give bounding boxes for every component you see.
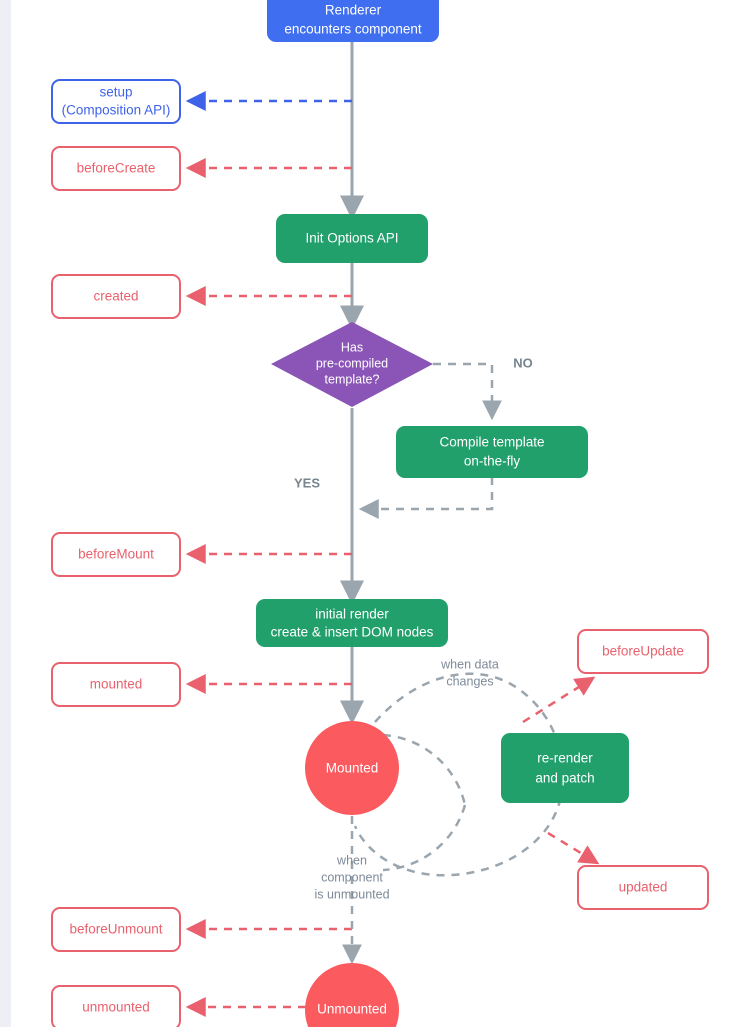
node-before-mount[interactable]: beforeMount: [51, 532, 181, 577]
edge-label-no: NO: [513, 355, 533, 370]
node-before-create-label: beforeCreate: [77, 161, 156, 176]
node-setup-composition-api[interactable]: setup (Composition API): [51, 79, 181, 124]
node-compile-template-on-the-fly[interactable]: Compile template on-the-fly: [396, 426, 588, 478]
edge-updated: [547, 831, 600, 865]
lifecycle-diagram-canvas: Renderer encounters component setup (Com…: [51, 0, 709, 1027]
node-unmounted-state[interactable]: Unmounted: [305, 963, 399, 1027]
edge-label-when-data-changes-line1: when data: [440, 657, 499, 671]
node-initial-render-line2: create & insert DOM nodes: [271, 625, 434, 640]
node-mounted-state-label: Mounted: [326, 761, 379, 776]
node-unmounted-state-label: Unmounted: [317, 1002, 387, 1017]
node-re-render-line1: re-render: [537, 751, 593, 766]
node-created[interactable]: created: [51, 274, 181, 319]
node-has-precompiled-template[interactable]: Has pre-compiled template?: [271, 322, 433, 407]
node-has-precompiled-line3: template?: [325, 372, 380, 386]
node-mounted-hook[interactable]: mounted: [51, 662, 181, 707]
node-before-create[interactable]: beforeCreate: [51, 146, 181, 191]
node-renderer-line2: encounters component: [284, 22, 422, 37]
edge-label-when-unmounted-line1: when: [336, 853, 367, 867]
node-init-options-api-label: Init Options API: [305, 231, 398, 246]
edge-label-when-unmounted-line3: is unmounted: [314, 887, 389, 901]
node-renderer-encounters-component[interactable]: Renderer encounters component: [267, 0, 439, 42]
node-unmounted-hook[interactable]: unmounted: [51, 985, 181, 1027]
node-before-mount-label: beforeMount: [78, 547, 154, 562]
node-before-update[interactable]: beforeUpdate: [577, 629, 709, 674]
node-renderer-line1: Renderer: [325, 3, 382, 18]
node-re-render-and-patch[interactable]: re-render and patch: [501, 733, 629, 803]
node-setup-line1: setup: [99, 85, 132, 100]
node-created-label: created: [93, 289, 138, 304]
node-init-options-api[interactable]: Init Options API: [276, 214, 428, 263]
node-updated-label: updated: [619, 880, 668, 895]
node-re-render-line2: and patch: [535, 771, 594, 786]
edge-label-when-data-changes-line2: changes: [446, 674, 493, 688]
node-before-unmount-label: beforeUnmount: [69, 922, 162, 937]
node-before-update-label: beforeUpdate: [602, 644, 684, 659]
node-setup-line2: (Composition API): [62, 103, 171, 118]
node-has-precompiled-line2: pre-compiled: [316, 356, 388, 370]
node-initial-render[interactable]: initial render create & insert DOM nodes: [256, 599, 448, 647]
edge-label-when-unmounted-line2: component: [321, 870, 383, 884]
lifecycle-diagram-page: Renderer encounters component setup (Com…: [0, 0, 729, 1027]
edge-label-yes: YES: [294, 475, 320, 490]
node-compile-template-line2: on-the-fly: [464, 454, 521, 469]
node-before-unmount[interactable]: beforeUnmount: [51, 907, 181, 952]
node-initial-render-line1: initial render: [315, 607, 389, 622]
node-updated[interactable]: updated: [577, 865, 709, 910]
node-has-precompiled-line1: Has: [341, 340, 363, 354]
node-mounted-hook-label: mounted: [90, 677, 143, 692]
node-compile-template-line1: Compile template: [439, 435, 544, 450]
node-unmounted-hook-label: unmounted: [82, 1000, 150, 1015]
node-mounted-state[interactable]: Mounted: [305, 721, 399, 815]
